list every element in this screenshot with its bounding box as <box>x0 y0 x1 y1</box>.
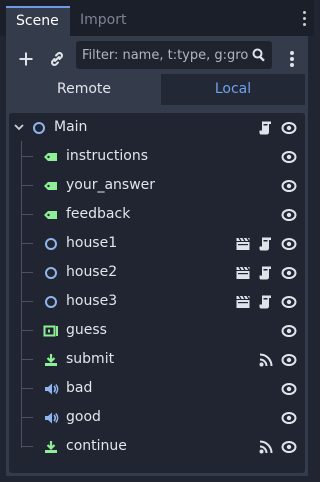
tree-branch-line <box>21 243 33 244</box>
node-name-label: bad <box>66 380 93 396</box>
label-icon <box>44 182 57 190</box>
visibility-icon[interactable] <box>281 381 297 397</box>
add-node-button[interactable] <box>14 47 38 71</box>
button-icon <box>45 354 57 366</box>
clapper-icon[interactable] <box>235 236 251 252</box>
search-icon <box>252 48 265 62</box>
kebab-menu-icon <box>290 51 294 67</box>
tab-scene[interactable]: Scene <box>6 6 70 36</box>
node-name-label: feedback <box>66 206 131 222</box>
remote-button[interactable]: Remote <box>9 74 159 105</box>
visibility-icon[interactable] <box>281 439 297 455</box>
tree-branch-line <box>21 446 33 447</box>
label-icon <box>44 211 57 219</box>
signal-icon[interactable] <box>258 352 274 368</box>
visibility-icon[interactable] <box>281 236 297 252</box>
tree-branch-line <box>21 330 33 331</box>
plus-icon <box>19 52 33 66</box>
tab-import[interactable]: Import <box>80 6 126 36</box>
visibility-icon[interactable] <box>281 120 297 136</box>
visibility-icon[interactable] <box>281 149 297 165</box>
node-circle-icon <box>45 238 57 250</box>
node-name-label: good <box>66 409 101 425</box>
scene-menu-button[interactable] <box>280 47 304 71</box>
tree-row[interactable]: feedback <box>9 200 305 229</box>
audio-icon <box>45 383 59 395</box>
tree-row[interactable]: submit <box>9 345 305 374</box>
node-name-label: house1 <box>66 235 118 251</box>
tree-branch-line <box>21 214 33 215</box>
script-icon[interactable] <box>258 120 274 136</box>
button-icon <box>45 441 57 453</box>
script-icon[interactable] <box>258 236 274 252</box>
tree-row[interactable]: instructions <box>9 142 305 171</box>
tree-row[interactable]: bad <box>9 374 305 403</box>
filter-box <box>76 41 272 69</box>
node-name-label: your_answer <box>66 177 156 193</box>
node-name-label: guess <box>66 322 107 338</box>
tree-root-row[interactable]: Main <box>9 113 305 142</box>
instance-scene-button[interactable] <box>45 47 69 71</box>
node-name-label: continue <box>66 438 127 454</box>
tab-menu-icon[interactable] <box>303 11 307 29</box>
tree-branch-line <box>21 417 33 418</box>
visibility-icon[interactable] <box>281 265 297 281</box>
tree-branch-line <box>21 301 33 302</box>
tree-row[interactable]: house1 <box>9 229 305 258</box>
node-circle-icon <box>33 122 45 134</box>
tree-row[interactable]: your_answer <box>9 171 305 200</box>
tree-row[interactable]: continue <box>9 432 305 461</box>
clapper-icon[interactable] <box>235 294 251 310</box>
tree-branch-line <box>21 156 33 157</box>
tree-branch-line <box>21 359 33 360</box>
link-icon <box>51 52 63 66</box>
label-icon <box>44 153 57 161</box>
node-name-label: house2 <box>66 264 118 280</box>
node-name-label: submit <box>66 351 115 367</box>
visibility-icon[interactable] <box>281 178 297 194</box>
tree-row[interactable]: good <box>9 403 305 432</box>
node-name-label: house3 <box>66 293 118 309</box>
signal-icon[interactable] <box>258 439 274 455</box>
tree-branch-line <box>21 185 33 186</box>
tree-branch-line <box>21 388 33 389</box>
visibility-icon[interactable] <box>281 207 297 223</box>
filter-input[interactable] <box>82 41 248 69</box>
tree-row[interactable]: house2 <box>9 258 305 287</box>
node-name-label: Main <box>54 119 88 135</box>
script-icon[interactable] <box>258 265 274 281</box>
node-circle-icon <box>45 296 57 308</box>
tree-row[interactable]: guess <box>9 316 305 345</box>
dock-tab-bar: Scene Import <box>0 0 314 36</box>
scene-dock: Remote Local Main instructions your_answer… <box>6 36 308 476</box>
visibility-icon[interactable] <box>281 294 297 310</box>
clapper-icon[interactable] <box>235 265 251 281</box>
node-name-label: instructions <box>66 148 148 164</box>
script-icon[interactable] <box>258 294 274 310</box>
tree-row[interactable]: house3 <box>9 287 305 316</box>
tree-branch-line <box>21 272 33 273</box>
chevron-down-icon[interactable] <box>13 121 25 133</box>
visibility-icon[interactable] <box>281 323 297 339</box>
audio-icon <box>45 412 59 424</box>
visibility-icon[interactable] <box>281 352 297 368</box>
visibility-icon[interactable] <box>281 410 297 426</box>
node-circle-icon <box>45 267 57 279</box>
line-edit-icon <box>43 325 58 337</box>
scene-tree: Main instructions your_answer feedback house… <box>9 113 305 473</box>
local-button[interactable]: Local <box>161 74 305 105</box>
